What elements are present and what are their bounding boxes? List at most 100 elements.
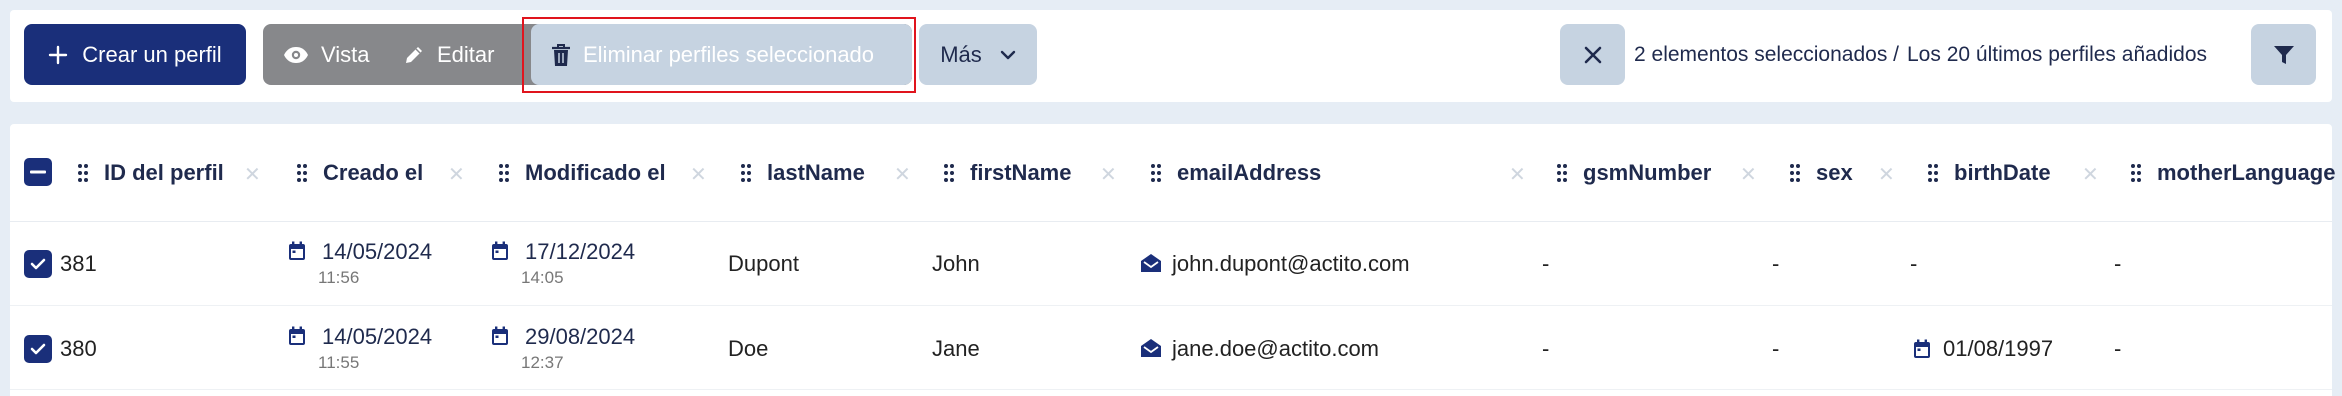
table-row[interactable]: 381 14/05/2024 11:56 17/12/2024 14:05 Du… [10,222,2332,306]
drag-handle-icon[interactable] [1557,164,1567,182]
checkmark-icon [30,258,46,270]
modified-date: 17/12/2024 [525,239,636,264]
plus-icon [49,45,68,64]
sex-cell: - [1772,336,1780,361]
column-remove-icon[interactable]: ✕ [1878,162,1895,187]
column-header-sex[interactable]: sex [1790,124,1853,222]
column-remove-icon[interactable]: ✕ [244,162,261,187]
drag-handle-icon[interactable] [741,164,751,182]
email-cell: john.dupont@actito.com [1140,251,1410,277]
column-header-email[interactable]: emailAddress [1151,124,1321,222]
drag-handle-icon[interactable] [297,164,307,182]
created-time: 11:56 [318,268,360,287]
chevron-down-icon [1000,50,1015,59]
column-remove-icon[interactable]: ✕ [1740,162,1757,187]
modified-date: 29/08/2024 [525,324,636,349]
profiles-table: ID del perfil ✕ Creado el ✕ Modificado e… [10,124,2335,396]
lastname-cell: Doe [728,336,769,361]
calendar-icon [1914,339,1930,358]
eye-icon [284,46,308,63]
edit-button[interactable]: Editar [403,24,494,85]
profile-id-cell: 381 [60,251,97,276]
trash-icon [552,43,570,66]
pencil-icon [406,46,422,63]
column-header-modified[interactable]: Modificado el [499,124,666,222]
column-header-lastname[interactable]: lastName [741,124,865,222]
close-icon [1584,46,1601,63]
table-row[interactable]: 380 14/05/2024 11:55 29/08/2024 12:37 Do… [10,306,2332,390]
row-checkbox[interactable] [24,250,52,278]
birthdate-cell: 01/08/1997 [1913,336,2053,362]
create-profile-label: Crear un perfil [82,41,222,67]
column-remove-icon[interactable]: ✕ [448,162,465,187]
column-header-created[interactable]: Creado el [297,124,423,222]
column-label: Modificado el [525,160,666,185]
row-checkbox[interactable] [24,335,52,363]
column-header-gsm[interactable]: gsmNumber [1557,124,1711,222]
email-value: jane.doe@actito.com [1172,336,1380,361]
profile-actions-group: Vista Editar Eliminar perfiles seleccion… [263,24,912,85]
more-button[interactable]: Más [919,24,1037,85]
minus-icon [30,170,46,174]
filter-button[interactable] [2251,24,2316,85]
drag-handle-icon[interactable] [78,164,88,182]
email-value: john.dupont@actito.com [1172,251,1410,276]
column-label: lastName [767,160,865,185]
mother-language-cell: - [2114,251,2122,276]
selection-scope-text: Los 20 últimos perfiles añadidos [1907,42,2208,66]
create-profile-button[interactable]: Crear un perfil [24,24,246,85]
view-label: Vista [321,41,370,67]
column-header-firstname[interactable]: firstName [944,124,1071,222]
calendar-icon [289,326,305,345]
created-date-cell: 14/05/2024 11:56 [288,239,432,289]
created-date: 14/05/2024 [322,324,433,349]
sex-cell: - [1772,251,1780,276]
select-all-checkbox[interactable] [24,158,52,186]
envelope-open-icon [1141,254,1161,272]
delete-selected-profiles-button[interactable]: Eliminar perfiles seleccionado [531,24,912,85]
email-cell: jane.doe@actito.com [1140,336,1379,362]
column-label: gsmNumber [1583,160,1712,185]
birthdate-cell: - [1910,251,1918,276]
mother-language-cell: - [2114,336,2122,361]
column-remove-icon[interactable]: ✕ [1100,162,1117,187]
modified-time: 12:37 [521,353,564,372]
toolbar: Crear un perfil Vista Editar Eliminar pe… [10,10,2332,102]
table-header: ID del perfil ✕ Creado el ✕ Modificado e… [10,124,2335,222]
view-button[interactable]: Vista [283,24,370,85]
drag-handle-icon[interactable] [1151,164,1161,182]
column-remove-icon[interactable]: ✕ [690,162,707,187]
birthdate-value: 01/08/1997 [1943,336,2054,361]
checkmark-icon [30,343,46,355]
calendar-icon [289,241,305,260]
column-label: ID del perfil [104,160,224,185]
drag-handle-icon[interactable] [499,164,509,182]
column-label: motherLanguage [2157,160,2336,185]
selection-info: 2 elementos seleccionados / Los 20 últim… [1634,24,2207,85]
modified-date-cell: 17/12/2024 14:05 [491,239,635,289]
column-header-mother-language[interactable]: motherLanguage [2131,124,2335,222]
column-remove-icon[interactable]: ✕ [894,162,911,187]
created-date: 14/05/2024 [322,239,433,264]
modified-time: 14:05 [521,268,564,287]
drag-handle-icon[interactable] [1928,164,1938,182]
drag-handle-icon[interactable] [1790,164,1800,182]
lastname-cell: Dupont [728,251,799,276]
clear-selection-button[interactable] [1560,24,1625,85]
firstname-cell: John [932,251,980,276]
column-header-birthdate[interactable]: birthDate [1928,124,2051,222]
created-time: 11:55 [318,353,360,372]
column-remove-icon[interactable]: ✕ [1509,162,1526,187]
selection-count-text: 2 elementos seleccionados / [1634,42,1899,66]
filter-icon [2273,45,2294,64]
column-label: firstName [970,160,1072,185]
drag-handle-icon[interactable] [944,164,954,182]
calendar-icon [492,326,508,345]
column-label: birthDate [1954,160,2051,185]
drag-handle-icon[interactable] [2131,164,2141,182]
column-remove-icon[interactable]: ✕ [2082,162,2099,187]
edit-label: Editar [437,41,495,67]
column-label: Creado el [323,160,424,185]
column-header-profile-id[interactable]: ID del perfil [78,124,224,222]
calendar-icon [492,241,508,260]
